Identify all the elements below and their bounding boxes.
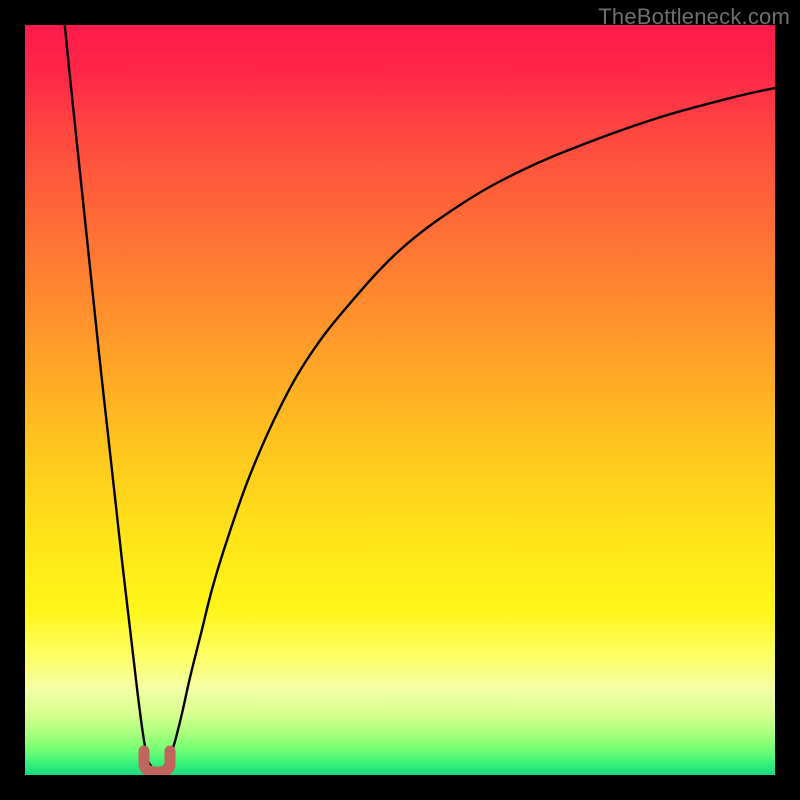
watermark-label: TheBottleneck.com	[598, 4, 790, 30]
chart-frame: TheBottleneck.com	[0, 0, 800, 800]
bottleneck-chart	[25, 25, 775, 775]
gradient-background	[25, 25, 775, 775]
